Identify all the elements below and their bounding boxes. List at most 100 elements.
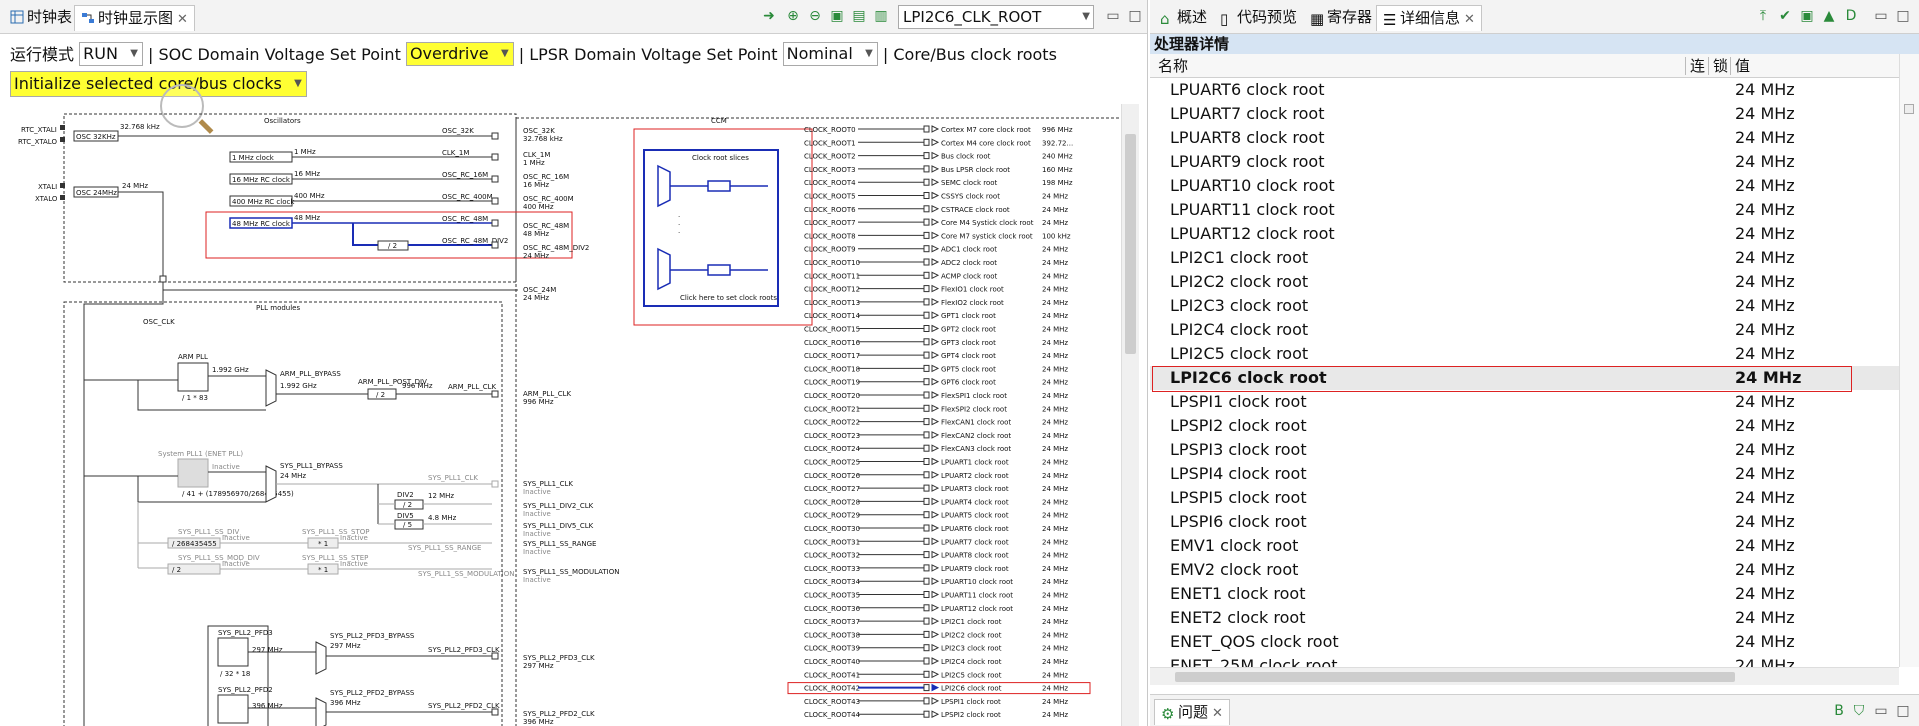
clock-root-name[interactable]: LPI2C2 clock root xyxy=(941,631,1002,639)
scrollbar-thumb[interactable] xyxy=(1125,134,1136,354)
clock-root-name[interactable]: LPUART11 clock root xyxy=(941,592,1013,600)
b-filter-button[interactable]: B xyxy=(1830,702,1848,720)
minimize-icon[interactable]: ▭ xyxy=(1104,7,1122,25)
clock-root-name[interactable]: Bus LPSR clock root xyxy=(941,166,1010,174)
table-row[interactable]: LPI2C5 clock root 24 MHz xyxy=(1150,342,1899,366)
table-row[interactable]: LPUART8 clock root 24 MHz xyxy=(1150,126,1899,150)
table-row[interactable]: LPI2C1 clock root 24 MHz xyxy=(1150,246,1899,270)
tab-registers[interactable]: ▦ 寄存器 xyxy=(1304,5,1378,31)
clock-root-name[interactable]: LPUART6 clock root xyxy=(941,525,1009,533)
table-row[interactable]: ENET2 clock root 24 MHz xyxy=(1150,606,1899,630)
clock-root-name[interactable]: LPUART1 clock root xyxy=(941,459,1009,467)
clock-root-name[interactable]: LPI2C1 clock root xyxy=(941,618,1002,626)
clock-root-name[interactable]: LPUART2 clock root xyxy=(941,472,1009,480)
clock-root-name[interactable]: LPUART5 clock root xyxy=(941,512,1009,520)
table-row[interactable]: LPUART10 clock root 24 MHz xyxy=(1150,174,1899,198)
clock-root-name[interactable]: FlexSPI1 clock root xyxy=(941,392,1007,400)
diagram-vertical-scrollbar[interactable] xyxy=(1121,104,1139,726)
clock-root-name[interactable]: ADC1 clock root xyxy=(941,246,997,254)
table-row[interactable]: LPUART11 clock root 24 MHz xyxy=(1150,198,1899,222)
table-row[interactable]: LPUART12 clock root 24 MHz xyxy=(1150,222,1899,246)
clock-root-name[interactable]: GPT4 clock root xyxy=(941,352,996,360)
table-row[interactable]: LPSPI6 clock root 24 MHz xyxy=(1150,510,1899,534)
table-row[interactable]: LPSPI1 clock root 24 MHz xyxy=(1150,390,1899,414)
clock-root-name[interactable]: LPI2C5 clock root xyxy=(941,671,1002,679)
lock-icon[interactable]: ▣ xyxy=(1798,7,1816,25)
clock-root-name[interactable]: Core M4 Systick clock root xyxy=(941,219,1034,227)
clock-root-name[interactable]: LPUART7 clock root xyxy=(941,538,1009,546)
tab-details[interactable]: ☰ 详细信息 ✕ xyxy=(1376,5,1482,31)
clock-root-name[interactable]: LPI2C3 clock root xyxy=(941,645,1002,653)
clock-root-name[interactable]: LPI2C4 clock root xyxy=(941,658,1002,666)
clock-root-name[interactable]: Bus clock root xyxy=(941,153,991,161)
table-row[interactable]: LPSPI2 clock root 24 MHz xyxy=(1150,414,1899,438)
clock-root-name[interactable]: CSTRACE clock root xyxy=(941,206,1010,214)
tab-code-preview[interactable]: ▯ 代码预览 xyxy=(1214,5,1303,31)
minimize-icon[interactable]: ▭ xyxy=(1872,702,1890,720)
tab-problems[interactable]: ⚙ 问题 ✕ xyxy=(1154,699,1230,725)
clock-root-name[interactable]: Cortex M4 core clock root xyxy=(941,139,1031,147)
clock-root-name[interactable]: LPUART4 clock root xyxy=(941,498,1009,506)
clock-root-name[interactable]: GPT5 clock root xyxy=(941,365,996,373)
clock-root-name[interactable]: Core M7 systick clock root xyxy=(941,232,1033,240)
clock-root-name[interactable]: FlexIO2 clock root xyxy=(941,299,1004,307)
maximize-icon[interactable]: □ xyxy=(1126,7,1144,25)
clock-root-name[interactable]: LPUART9 clock root xyxy=(941,565,1009,573)
check-icon[interactable]: ✔ xyxy=(1776,7,1794,25)
clock-root-name[interactable]: FlexCAN2 clock root xyxy=(941,432,1011,440)
clock-root-name[interactable]: ACMP clock root xyxy=(941,272,998,280)
pfd3-block[interactable] xyxy=(217,637,249,667)
tab-clock-table[interactable]: 时钟表 xyxy=(4,5,78,31)
clock-root-name[interactable]: LPSPI2 clock root xyxy=(941,711,1001,719)
arm-pll-block[interactable] xyxy=(177,362,209,392)
table-row[interactable]: ENET1 clock root 24 MHz xyxy=(1150,582,1899,606)
maximize-icon[interactable]: □ xyxy=(1894,702,1912,720)
table-row[interactable]: LPI2C6 clock root 24 MHz xyxy=(1150,366,1899,392)
table-row[interactable]: LPUART9 clock root 24 MHz xyxy=(1150,150,1899,174)
collapse-up-icon[interactable]: ⤒ xyxy=(1754,7,1772,25)
minimize-icon[interactable]: ▭ xyxy=(1872,7,1890,25)
table-row[interactable]: LPUART6 clock root 24 MHz xyxy=(1150,78,1899,102)
table-row[interactable]: LPSPI4 clock root 24 MHz xyxy=(1150,462,1899,486)
clock-root-name[interactable]: GPT1 clock root xyxy=(941,312,996,320)
table-row[interactable]: LPSPI3 clock root 24 MHz xyxy=(1150,438,1899,462)
clock-root-name[interactable]: FlexIO1 clock root xyxy=(941,286,1004,294)
tab-overview[interactable]: ⌂ 概述 xyxy=(1154,5,1213,31)
close-icon[interactable]: ✕ xyxy=(1212,702,1223,726)
table-row[interactable]: ENET_QOS clock root 24 MHz xyxy=(1150,630,1899,654)
zoom-in-icon[interactable]: ⊕ xyxy=(784,7,802,25)
col-link[interactable]: 连 xyxy=(1690,54,1705,78)
clock-root-combo[interactable]: LPI2C6_CLK_ROOT ▼ xyxy=(898,5,1094,29)
init-core-bus-clocks-button[interactable]: Initialize selected core/bus clocks ▼ xyxy=(10,71,307,97)
table-row[interactable]: LPSPI5 clock root 24 MHz xyxy=(1150,486,1899,510)
clock-root-name[interactable]: LPI2C6 clock root xyxy=(941,685,1002,693)
tab-clock-diagram[interactable]: 时钟显示图 ✕ xyxy=(74,5,195,31)
scrollbar-thumb[interactable] xyxy=(1175,672,1735,682)
table-row[interactable]: LPUART7 clock root 24 MHz xyxy=(1150,102,1899,126)
clock-root-name[interactable]: GPT3 clock root xyxy=(941,339,996,347)
arrow-right-icon[interactable]: ➜ xyxy=(760,7,778,25)
clock-root-name[interactable]: FlexSPI2 clock root xyxy=(941,405,1007,413)
clock-roots-link[interactable]: Click here to set clock roots xyxy=(680,294,777,302)
col-value[interactable]: 值 xyxy=(1735,54,1750,78)
details-horizontal-scrollbar[interactable] xyxy=(1150,667,1899,685)
fit-view-icon[interactable]: ▣ xyxy=(828,7,846,25)
lpsr-voltage-select[interactable]: Nominal ▼ xyxy=(782,42,878,66)
scrollbar-thumb[interactable] xyxy=(1904,104,1914,114)
clock-root-name[interactable]: LPUART3 clock root xyxy=(941,485,1009,493)
maximize-icon[interactable]: □ xyxy=(1894,7,1912,25)
table-row[interactable]: EMV1 clock root 24 MHz xyxy=(1150,534,1899,558)
filter-icon[interactable]: ⛉ xyxy=(1850,702,1868,720)
clock-root-name[interactable]: LPUART10 clock root xyxy=(941,578,1013,586)
export-icon[interactable]: ▤ xyxy=(850,7,868,25)
details-vertical-scrollbar[interactable] xyxy=(1899,54,1919,667)
col-name[interactable]: 名称 xyxy=(1158,54,1188,78)
close-icon[interactable]: ✕ xyxy=(1464,8,1475,32)
clock-root-name[interactable]: LPSPI1 clock root xyxy=(941,698,1001,706)
clock-root-name[interactable]: CSSYS clock root xyxy=(941,193,1000,201)
clock-root-name[interactable]: Cortex M7 core clock root xyxy=(941,126,1031,134)
run-mode-select[interactable]: RUN ▼ xyxy=(79,42,143,66)
clock-root-name[interactable]: GPT6 clock root xyxy=(941,379,996,387)
table-row[interactable]: LPI2C3 clock root 24 MHz xyxy=(1150,294,1899,318)
d-filter-button[interactable]: D xyxy=(1842,7,1860,25)
